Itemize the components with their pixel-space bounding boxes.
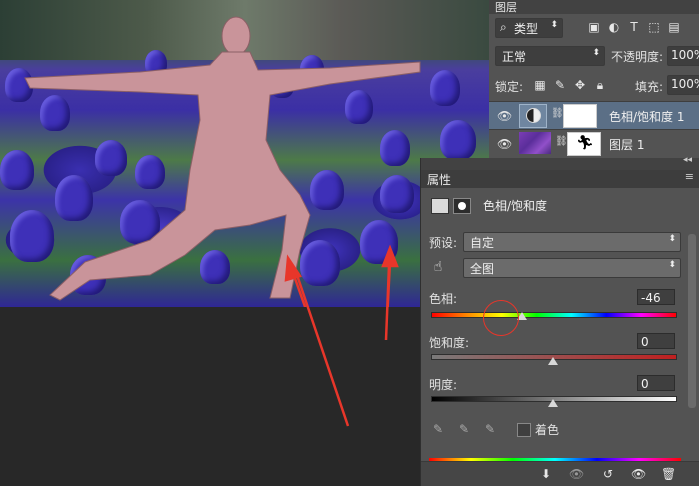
view-previous-state-icon[interactable]: 👁︎ (569, 467, 584, 481)
annotation-arrow-shaft (294, 271, 350, 427)
saturation-value: 0 (641, 335, 649, 349)
pixel-filter-icon[interactable]: ▣ (587, 20, 601, 34)
reset-icon[interactable]: ↺ (601, 467, 615, 481)
mask-dot (458, 202, 466, 210)
layers-tab[interactable]: 图层 (489, 0, 699, 14)
annotation-arrow-shaft (384, 264, 391, 341)
eyedropper-plus-icon[interactable]: ✎ (457, 422, 471, 436)
eyedropper-icon[interactable]: ✎ (431, 422, 445, 436)
layer-name: 色相/饱和度 1 (609, 110, 685, 124)
opacity-value: 100% (671, 48, 699, 62)
lightness-value-field[interactable]: 0 (637, 375, 675, 391)
figure-mask-icon: 🏃︎ (576, 135, 594, 151)
fill-value: 100% (671, 77, 699, 91)
shape-filter-icon[interactable]: ⬚ (647, 20, 661, 34)
search-icon: ⌕ (500, 20, 507, 34)
colorize-label: 着色 (535, 423, 560, 437)
lock-pixels-icon[interactable]: ✎ (553, 78, 567, 92)
properties-panel: ◂◂ 属性 ≡ 色相/饱和度 预设: 自定 ⬍ ☝︎ 全图 ⬍ 色相: -46 … (420, 155, 699, 486)
layer-row-layer1[interactable]: 👁︎ ⛓︎ 🏃︎ 图层 1 (489, 129, 699, 158)
updown-icon: ⬍ (668, 234, 676, 244)
updown-icon: ⬍ (592, 48, 600, 58)
lock-all-icon[interactable]: 🔒︎ (593, 78, 607, 92)
adjustment-thumbnail (519, 104, 547, 128)
saturation-value-field[interactable]: 0 (637, 333, 675, 349)
fill-field[interactable]: 100% (667, 75, 699, 95)
type-filter-icon[interactable]: T (627, 20, 641, 34)
layer-thumbnail (519, 132, 551, 154)
saturation-slider-thumb[interactable] (548, 357, 558, 365)
blend-mode-select[interactable]: 正常 ⬍ (495, 46, 605, 66)
layer-mask-thumbnail[interactable]: 🏃︎ (567, 132, 601, 156)
hue-value: -46 (641, 291, 661, 305)
link-icon[interactable]: ⛓︎ (551, 108, 564, 119)
hue-label: 色相: (429, 292, 458, 306)
lightness-value: 0 (641, 377, 649, 391)
filter-kind-select[interactable]: ⌕ 类型 ⬍ (495, 18, 563, 38)
fill-label: 填充: (635, 80, 664, 94)
link-icon[interactable]: ⛓︎ (555, 136, 568, 147)
layers-tab-label: 图层 (495, 1, 517, 14)
layer-name: 图层 1 (609, 138, 645, 152)
annotation-circle (483, 300, 519, 336)
panel-titlebar[interactable]: ◂◂ (421, 155, 699, 170)
collapse-icon[interactable]: ◂◂ (683, 155, 692, 165)
layer-row-hue-saturation[interactable]: 👁︎ ⛓︎ 色相/饱和度 1 (489, 101, 699, 130)
preset-value: 自定 (470, 236, 495, 250)
panel-menu-icon[interactable]: ≡ (685, 170, 694, 183)
hue-value-field[interactable]: -46 (637, 289, 675, 305)
properties-tabbar: 属性 ≡ (421, 170, 699, 188)
channel-value: 全图 (470, 262, 495, 276)
preset-label: 预设: (429, 236, 458, 250)
lock-transparent-icon[interactable]: ▦ (533, 78, 547, 92)
clip-to-layer-icon[interactable]: ⬇︎ (539, 467, 553, 481)
adjustment-icon[interactable] (431, 198, 449, 214)
preset-select[interactable]: 自定 ⬍ (463, 232, 681, 252)
colorize-checkbox[interactable] (517, 423, 531, 437)
visibility-eye-icon[interactable]: 👁︎ (497, 109, 512, 123)
filter-kind-value: 类型 (514, 22, 539, 36)
lock-position-icon[interactable]: ✥ (573, 78, 587, 92)
updown-icon: ⬍ (668, 260, 676, 270)
layers-panel: 图层 ⌕ 类型 ⬍ ▣ ◐ T ⬚ ▤ 正常 ⬍ 不透明度: 100% 锁定: … (489, 0, 699, 158)
toggle-visibility-eye-icon[interactable]: 👁︎ (631, 467, 646, 481)
channel-select[interactable]: 全图 ⬍ (463, 258, 681, 278)
targeted-adjustment-hand-icon[interactable]: ☝︎ (431, 260, 445, 274)
smartobject-filter-icon[interactable]: ▤ (667, 20, 681, 34)
arrow-overlay (294, 264, 391, 427)
layer-mask-thumbnail[interactable] (563, 104, 597, 128)
updown-icon: ⬍ (550, 20, 558, 30)
mask-icon[interactable] (453, 198, 471, 214)
hue-slider[interactable] (431, 312, 677, 318)
opacity-label: 不透明度: (611, 50, 664, 64)
delete-trash-icon[interactable]: 🗑︎ (661, 467, 676, 481)
opacity-field[interactable]: 100% (667, 46, 699, 66)
lightness-slider-thumb[interactable] (548, 399, 558, 407)
properties-bottom-bar: ⬇︎ 👁︎ ↺ 👁︎ 🗑︎ (421, 461, 699, 486)
hue-saturation-icon (526, 108, 541, 123)
properties-tab[interactable]: 属性 (427, 171, 451, 188)
eyedropper-minus-icon[interactable]: ✎ (483, 422, 497, 436)
panel-title: 色相/饱和度 (483, 199, 548, 213)
lightness-label: 明度: (429, 378, 458, 392)
visibility-eye-icon[interactable]: 👁︎ (497, 137, 512, 151)
blend-mode-value: 正常 (502, 50, 527, 64)
lock-label: 锁定: (495, 80, 524, 94)
properties-scrollbar[interactable] (688, 234, 696, 408)
adjustment-filter-icon[interactable]: ◐ (607, 20, 621, 34)
saturation-label: 饱和度: (429, 336, 470, 350)
